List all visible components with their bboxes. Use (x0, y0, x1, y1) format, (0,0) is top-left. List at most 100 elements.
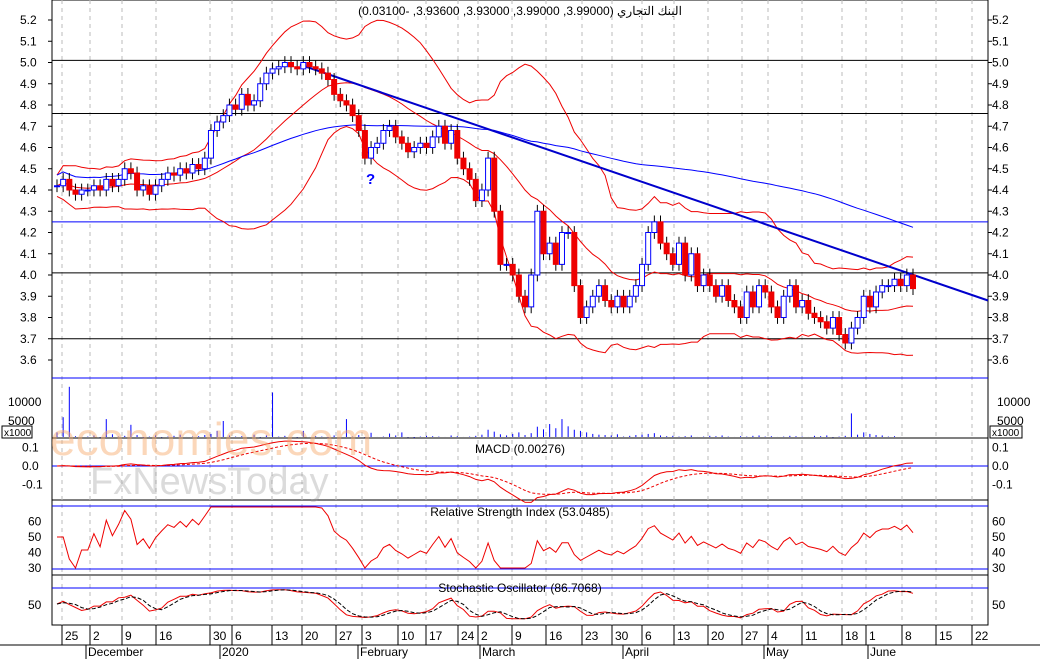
candle-body (546, 242, 553, 255)
price-tick-right: 5.0 (992, 56, 1009, 70)
candle-body (639, 263, 646, 287)
candle-body (897, 278, 904, 287)
candle-body (503, 263, 510, 266)
date-tick-label: 16 (159, 629, 173, 643)
candle-body (127, 168, 134, 174)
price-tick-left: 4.6 (20, 141, 37, 155)
price-tick-left: 3.7 (20, 332, 37, 346)
candle-body (349, 104, 356, 117)
candle-body (478, 189, 485, 202)
candle-body (66, 178, 73, 191)
price-tick-right: 4.7 (992, 119, 1009, 133)
date-tick-label: 24 (461, 629, 475, 643)
date-tick-label: 15 (939, 629, 953, 643)
date-tick-label: 30 (213, 629, 227, 643)
rsi-tick-left: 60 (28, 515, 42, 529)
candle-body (146, 185, 153, 195)
candle-body (54, 185, 60, 188)
candle-body (879, 285, 886, 293)
moving-average-line (56, 124, 914, 228)
candle-body (405, 142, 412, 153)
price-tick-left: 4.2 (20, 226, 37, 240)
date-tick-label: 18 (845, 629, 859, 643)
watermark-fxnewstoday: FxNewsToday (90, 461, 329, 503)
candle-body (657, 221, 664, 244)
candle-body (860, 295, 867, 318)
candle-body (368, 147, 375, 159)
price-tick-right: 4.4 (992, 183, 1009, 197)
candle-body (725, 285, 732, 301)
candle-body (435, 125, 442, 138)
candle-body (288, 62, 295, 68)
macd-label: MACD (0.00276) (475, 442, 565, 456)
candle-body (337, 93, 344, 102)
month-label: February (360, 645, 408, 659)
date-tick-label: 2 (481, 629, 488, 643)
candle-body (614, 295, 621, 308)
price-tick-left: 5.2 (20, 13, 37, 27)
candle-body (836, 317, 843, 335)
candle-body (743, 291, 750, 318)
candle-body (97, 185, 104, 191)
stoch-tick-right: 50 (992, 598, 1006, 612)
price-tick-right: 5.2 (992, 13, 1009, 27)
candle-body (903, 274, 910, 287)
candle-body (201, 157, 208, 170)
candle-body (183, 168, 190, 174)
candle-body (694, 253, 701, 287)
candle-body (214, 121, 221, 131)
price-tick-left: 4.4 (20, 183, 37, 197)
candle-body (374, 142, 381, 148)
price-tick-right: 5.1 (992, 34, 1009, 48)
candle-body (103, 178, 110, 191)
candle-body (355, 115, 362, 131)
candle-body (577, 285, 584, 318)
date-tick-label: 2 (93, 629, 100, 643)
candle-body (84, 189, 91, 192)
candle-body (177, 168, 184, 176)
date-tick-label: 8 (905, 629, 912, 643)
price-tick-right: 4.3 (992, 204, 1009, 218)
candle-body (848, 327, 855, 344)
candle-body (762, 285, 769, 293)
candle-body (171, 172, 178, 176)
candle-body (515, 274, 522, 297)
candle-body (257, 83, 264, 102)
candle-body (386, 125, 393, 131)
candle-body (799, 300, 806, 308)
candle-body (460, 157, 467, 170)
price-tick-left: 4.9 (20, 77, 37, 91)
candle-body (115, 178, 122, 187)
macd-tick-right: 0.0 (992, 459, 1009, 473)
date-tick-label: 20 (305, 629, 319, 643)
candle-body (312, 66, 319, 70)
candle-body (811, 312, 818, 318)
candle-body (805, 300, 812, 314)
price-tick-left: 5.0 (20, 56, 37, 70)
candle-body (60, 178, 67, 187)
price-tick-left: 4.3 (20, 204, 37, 218)
date-tick-label: 6 (645, 629, 652, 643)
candle-body (466, 168, 473, 180)
candle-body (78, 189, 85, 195)
month-label: 2020 (222, 645, 249, 659)
price-tick-right: 3.6 (992, 353, 1009, 367)
candle-body (737, 306, 744, 318)
candle-body (774, 306, 781, 318)
candle-body (595, 285, 602, 297)
chart-canvas: 25 2 9 16 30 6 13 20 27 3 10 17 24 2 9 16 23 30 6 13 20 27 4 11… (0, 0, 1040, 659)
candle-body (608, 300, 615, 308)
candle-body (552, 242, 559, 265)
price-tick-right: 3.9 (992, 289, 1009, 303)
candle-body (786, 285, 793, 297)
candle-body (497, 210, 504, 265)
date-tick-label: 20 (711, 629, 725, 643)
candle-body (441, 125, 448, 144)
candle-body (189, 164, 196, 174)
candle-body (140, 185, 147, 191)
candle-body (712, 285, 719, 297)
price-tick-right: 3.7 (992, 332, 1009, 346)
candle-body (910, 274, 916, 290)
candle-body (873, 291, 880, 308)
date-tick-label: 11 (805, 629, 818, 643)
